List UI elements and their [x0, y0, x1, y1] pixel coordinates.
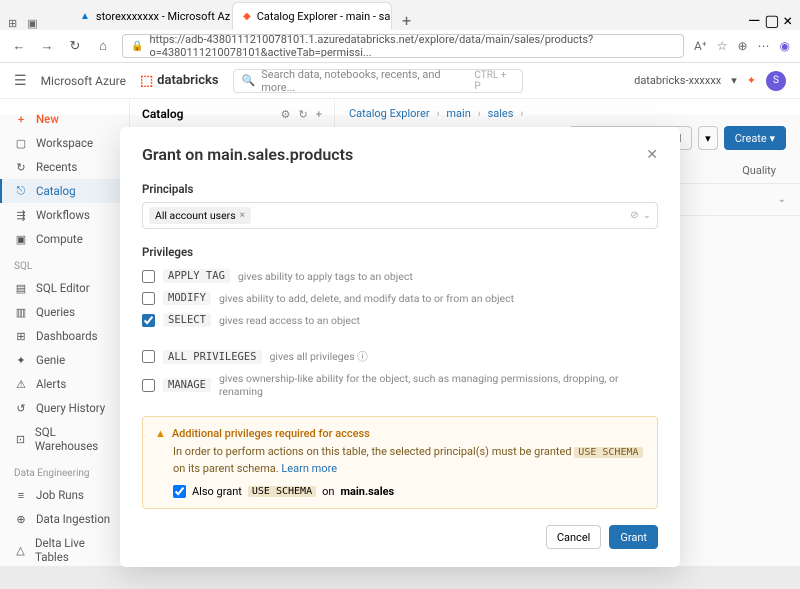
privilege-tag: MANAGE	[163, 378, 211, 392]
ms-azure-label: Microsoft Azure	[41, 74, 126, 88]
privileges-label: Privileges	[142, 245, 658, 259]
menu-icon[interactable]: ☰	[14, 73, 27, 89]
minimize-icon[interactable]: —	[748, 11, 761, 30]
search-placeholder: Search data, notebooks, recents, and mor…	[261, 68, 468, 94]
privilege-tag: ALL PRIVILEGES	[163, 350, 262, 364]
workspace-name[interactable]: databricks-xxxxxx	[634, 74, 721, 87]
tab-title: Catalog Explorer - main - sales - p	[257, 10, 392, 23]
browser-tab-strip: ⊞ ▣ ▲ storexxxxxxx - Microsoft Azure × ◆…	[0, 0, 800, 30]
collections-icon[interactable]: ⊕	[737, 39, 747, 53]
privilege-desc: gives ability to add, delete, and modify…	[219, 292, 514, 305]
global-search[interactable]: 🔍 Search data, notebooks, recents, and m…	[233, 69, 523, 93]
principals-label: Principals	[142, 182, 658, 196]
home-icon[interactable]: ⌂	[94, 37, 112, 55]
privilege-checkbox[interactable]	[142, 379, 155, 392]
search-shortcut: CTRL + P	[474, 70, 513, 92]
cancel-button[interactable]: Cancel	[546, 525, 601, 549]
search-icon: 🔍	[242, 74, 256, 87]
modal-title: Grant on main.sales.products	[142, 145, 353, 164]
browser-nav-bar: ← → ↻ ⌂ 🔒 https://adb-4380111210078101.1…	[0, 30, 800, 62]
databricks-mark-icon: ⬚	[140, 73, 153, 89]
privilege-desc: gives read access to an object	[219, 314, 360, 327]
privilege-row: SELECT gives read access to an object	[142, 309, 658, 331]
browser-tab-azure[interactable]: ▲ storexxxxxxx - Microsoft Azure ×	[70, 2, 230, 30]
tab-title: storexxxxxxx - Microsoft Azure	[96, 10, 230, 23]
reload-icon[interactable]: ↻	[66, 37, 84, 55]
privilege-tag: MODIFY	[163, 291, 211, 305]
principal-chip: All account users ×	[149, 207, 251, 224]
modal-backdrop: Grant on main.sales.products ✕ Principal…	[0, 115, 800, 589]
also-grant-checkbox[interactable]	[173, 485, 186, 498]
privilege-tag: APPLY TAG	[163, 269, 230, 283]
privilege-checkbox[interactable]	[142, 314, 155, 327]
privilege-tag: SELECT	[163, 313, 211, 327]
assistant-icon[interactable]: ✦	[747, 74, 756, 87]
new-tab-button[interactable]: +	[394, 11, 419, 30]
maximize-icon[interactable]: ▢	[764, 11, 779, 30]
forward-icon[interactable]: →	[38, 37, 56, 55]
avatar[interactable]: S	[766, 71, 786, 91]
app-header: ☰ Microsoft Azure ⬚ databricks 🔍 Search …	[0, 63, 800, 99]
databricks-favicon: ◆	[243, 11, 251, 23]
read-aloud-icon[interactable]: A⁺	[694, 39, 707, 53]
clear-icon[interactable]: ⊘	[630, 210, 638, 221]
warning-icon: ▲	[155, 427, 166, 440]
remove-chip-icon[interactable]: ×	[240, 210, 245, 221]
databricks-logo: ⬚ databricks	[140, 73, 219, 89]
warning-box: ▲ Additional privileges required for acc…	[142, 416, 658, 509]
learn-more-link[interactable]: Learn more	[281, 462, 337, 475]
grant-button[interactable]: Grant	[609, 525, 658, 549]
close-icon[interactable]: ✕	[646, 147, 658, 163]
privilege-row: MODIFY gives ability to add, delete, and…	[142, 287, 658, 309]
privilege-checkbox[interactable]	[142, 292, 155, 305]
favorite-icon[interactable]: ☆	[717, 39, 728, 53]
chevron-down-icon[interactable]: ⌄	[643, 210, 651, 221]
schema-tag: USE SCHEMA	[248, 486, 316, 497]
close-window-icon[interactable]: ×	[783, 11, 792, 30]
url-bar[interactable]: 🔒 https://adb-4380111210078101.1.azureda…	[122, 34, 684, 58]
sidebar-icon[interactable]: ▣	[27, 17, 37, 30]
panel-icon[interactable]: ⊞	[8, 17, 17, 30]
azure-favicon: ▲	[80, 10, 90, 22]
more-icon[interactable]: ⋯	[758, 39, 770, 53]
privilege-row: ALL PRIVILEGES gives all privileges ⓘ	[142, 345, 658, 368]
privilege-desc: gives ability to apply tags to an object	[238, 270, 413, 283]
also-grant-target: main.sales	[340, 485, 394, 498]
back-icon[interactable]: ←	[10, 37, 28, 55]
privilege-checkbox[interactable]	[142, 350, 155, 363]
schema-tag: USE SCHEMA	[574, 447, 642, 458]
privilege-desc: gives ownership-like ability for the obj…	[219, 372, 658, 398]
grant-modal: Grant on main.sales.products ✕ Principal…	[120, 127, 680, 567]
chevron-down-icon[interactable]: ▾	[731, 74, 737, 87]
copilot-icon[interactable]: ◉	[780, 39, 790, 53]
privilege-row: MANAGE gives ownership-like ability for …	[142, 368, 658, 402]
url-text: https://adb-4380111210078101.1.azuredata…	[149, 34, 675, 58]
lock-icon: 🔒	[131, 41, 143, 52]
principals-input[interactable]: All account users × ⊘ ⌄	[142, 202, 658, 229]
privilege-desc: gives all privileges ⓘ	[270, 349, 368, 364]
browser-tab-databricks[interactable]: ◆ Catalog Explorer - main - sales - p ×	[232, 2, 392, 30]
privilege-row: APPLY TAG gives ability to apply tags to…	[142, 265, 658, 287]
privilege-checkbox[interactable]	[142, 270, 155, 283]
